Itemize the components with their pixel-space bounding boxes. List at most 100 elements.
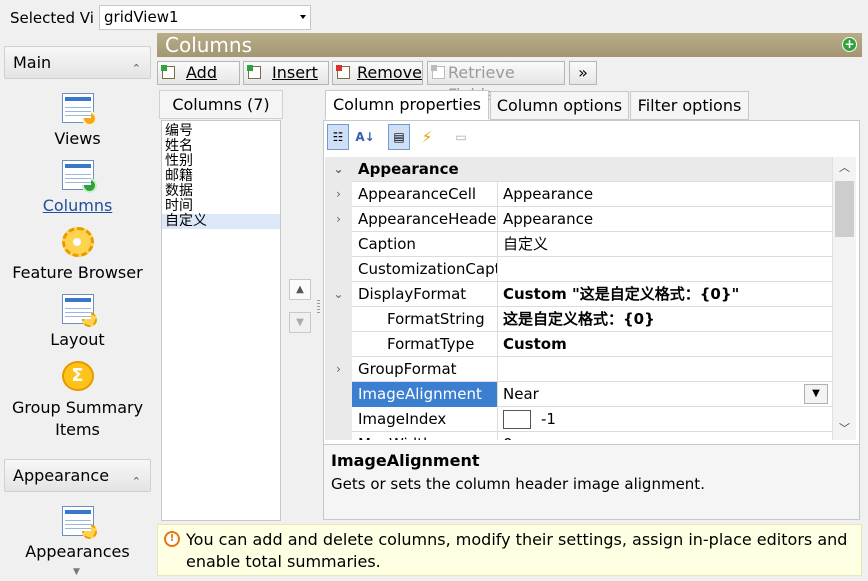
- info-icon: !: [164, 531, 180, 547]
- more-button[interactable]: »: [569, 61, 597, 85]
- image-preview-box: [503, 410, 531, 429]
- nav-item-group-summary-items[interactable]: Σ Group Summary Items: [4, 361, 151, 441]
- remove-icon: [336, 65, 350, 79]
- nav-item-columns[interactable]: Columns: [4, 160, 151, 215]
- property-name: MaxWidth: [352, 432, 498, 440]
- property-row[interactable]: CustomizationCaption: [325, 257, 832, 282]
- more-button-label: »: [578, 63, 588, 82]
- nav-group-main[interactable]: Main ⌃: [4, 46, 151, 79]
- hint-bar: ! You can add and delete columns, modify…: [157, 524, 862, 576]
- property-grid[interactable]: ⌄ Appearance › AppearanceCell Appearance…: [325, 157, 832, 440]
- chevron-down-icon[interactable]: ▼: [804, 384, 828, 404]
- nav-item-feature-browser[interactable]: Feature Browser: [4, 227, 151, 282]
- nav-scroll-down-icon[interactable]: ▼: [73, 567, 80, 577]
- property-row[interactable]: › GroupFormat: [325, 357, 832, 382]
- add-button-label: Add: [186, 63, 217, 82]
- expand-icon[interactable]: ›: [325, 207, 352, 232]
- scroll-down-icon[interactable]: ﹀: [833, 418, 856, 440]
- remove-button-label: Remove: [357, 63, 422, 82]
- property-value[interactable]: 0: [499, 432, 832, 440]
- property-value[interactable]: 这是自定义格式：{0}: [499, 307, 832, 332]
- page-title: Columns: [165, 33, 253, 57]
- property-row-selected[interactable]: ImageAlignment Near ▼: [325, 382, 832, 407]
- property-name: FormatString: [352, 307, 498, 332]
- property-name: ImageAlignment: [352, 382, 498, 407]
- sort-alphabetical-icon[interactable]: A↓: [354, 124, 376, 150]
- property-name: DisplayFormat: [352, 282, 498, 307]
- list-item[interactable]: 数据: [162, 184, 280, 199]
- property-name: AppearanceHeader: [352, 207, 498, 232]
- chevron-up-icon[interactable]: ⌃: [132, 466, 141, 497]
- tab-column-properties[interactable]: Column properties: [325, 90, 489, 120]
- collapse-icon[interactable]: ⌄: [325, 282, 352, 307]
- splitter-handle[interactable]: [317, 300, 320, 315]
- remove-button[interactable]: Remove: [332, 61, 423, 85]
- selected-view-label: Selected Vi: [10, 9, 94, 27]
- list-item[interactable]: 自定义: [162, 214, 280, 229]
- property-row[interactable]: Caption 自定义: [325, 232, 832, 257]
- property-grid-scrollbar[interactable]: ︿ ﹀: [832, 157, 856, 440]
- property-value[interactable]: Appearance: [499, 182, 832, 207]
- insert-button-label: Insert: [272, 63, 318, 82]
- property-value[interactable]: Custom: [499, 332, 832, 357]
- nav-item-appearances[interactable]: Appearances: [4, 506, 151, 561]
- property-value[interactable]: 自定义: [499, 232, 832, 257]
- move-up-button[interactable]: ▲: [289, 279, 311, 300]
- columns-list-header: Columns (7): [159, 90, 283, 119]
- property-row[interactable]: › AppearanceHeader Appearance: [325, 207, 832, 232]
- insert-button[interactable]: Insert: [243, 61, 329, 85]
- property-description-panel: ImageAlignment Gets or sets the column h…: [323, 444, 860, 520]
- expand-icon[interactable]: +: [842, 37, 857, 52]
- tab-column-options[interactable]: Column options: [490, 91, 629, 120]
- list-item[interactable]: 时间: [162, 199, 280, 214]
- property-value[interactable]: Custom "这是自定义格式：{0}": [499, 282, 832, 307]
- property-name: FormatType: [352, 332, 498, 357]
- list-item[interactable]: 编号: [162, 124, 280, 139]
- page-title-bar: Columns +: [157, 33, 862, 57]
- list-item[interactable]: 性别: [162, 154, 280, 169]
- property-value[interactable]: [499, 357, 832, 382]
- move-down-button[interactable]: ▼: [289, 312, 311, 333]
- property-row[interactable]: › AppearanceCell Appearance: [325, 182, 832, 207]
- insert-icon: [247, 65, 261, 79]
- property-value[interactable]: [499, 257, 832, 282]
- property-category-appearance[interactable]: ⌄ Appearance: [325, 157, 832, 182]
- retrieve-fields-button[interactable]: Retrieve Fields: [427, 61, 565, 104]
- add-button[interactable]: Add: [157, 61, 240, 85]
- properties-icon[interactable]: ▤: [388, 124, 410, 150]
- collapse-icon[interactable]: ⌄: [325, 157, 352, 182]
- list-item[interactable]: 邮籍: [162, 169, 280, 184]
- scroll-up-icon[interactable]: ︿: [833, 157, 856, 179]
- events-icon[interactable]: ⚡: [416, 124, 438, 150]
- property-name: GroupFormat: [352, 357, 498, 382]
- property-row[interactable]: MaxWidth 0: [325, 432, 832, 440]
- property-name: CustomizationCaption: [352, 257, 498, 282]
- property-row[interactable]: FormatType Custom: [325, 332, 832, 357]
- nav-group-appearance[interactable]: Appearance ⌃: [4, 459, 151, 492]
- chevron-up-icon[interactable]: ⌃: [132, 53, 141, 84]
- property-row[interactable]: ⌄ DisplayFormat Custom "这是自定义格式：{0}": [325, 282, 832, 307]
- property-row[interactable]: FormatString 这是自定义格式：{0}: [325, 307, 832, 332]
- navigation-pane: Main ⌃ Views Columns Feature Browser Lay…: [4, 43, 151, 576]
- scrollbar-thumb[interactable]: [835, 181, 854, 237]
- description-title: ImageAlignment: [331, 451, 480, 470]
- property-value[interactable]: Appearance: [499, 207, 832, 232]
- selected-view-dropdown[interactable]: gridView1: [99, 5, 311, 30]
- selected-view-value: gridView1: [104, 8, 179, 26]
- property-value[interactable]: Near: [499, 382, 832, 407]
- property-value-cell[interactable]: -1: [499, 407, 832, 432]
- feature-browser-icon: [61, 227, 94, 257]
- nav-group-label: Appearance: [13, 466, 110, 485]
- tab-filter-options[interactable]: Filter options: [630, 91, 749, 120]
- expand-icon[interactable]: ›: [325, 182, 352, 207]
- expand-icon[interactable]: ›: [325, 357, 352, 382]
- categorized-icon[interactable]: ☷: [327, 124, 349, 150]
- description-text: Gets or sets the column header image ali…: [331, 475, 705, 493]
- columns-list[interactable]: 编号 姓名 性别 邮籍 数据 时间 自定义: [161, 120, 281, 521]
- list-item[interactable]: 姓名: [162, 139, 280, 154]
- add-icon: [161, 65, 175, 79]
- nav-item-views[interactable]: Views: [4, 93, 151, 148]
- property-row[interactable]: ImageIndex -1: [325, 407, 832, 432]
- nav-item-layout[interactable]: Layout: [4, 294, 151, 349]
- property-pages-icon[interactable]: ▭: [450, 124, 472, 150]
